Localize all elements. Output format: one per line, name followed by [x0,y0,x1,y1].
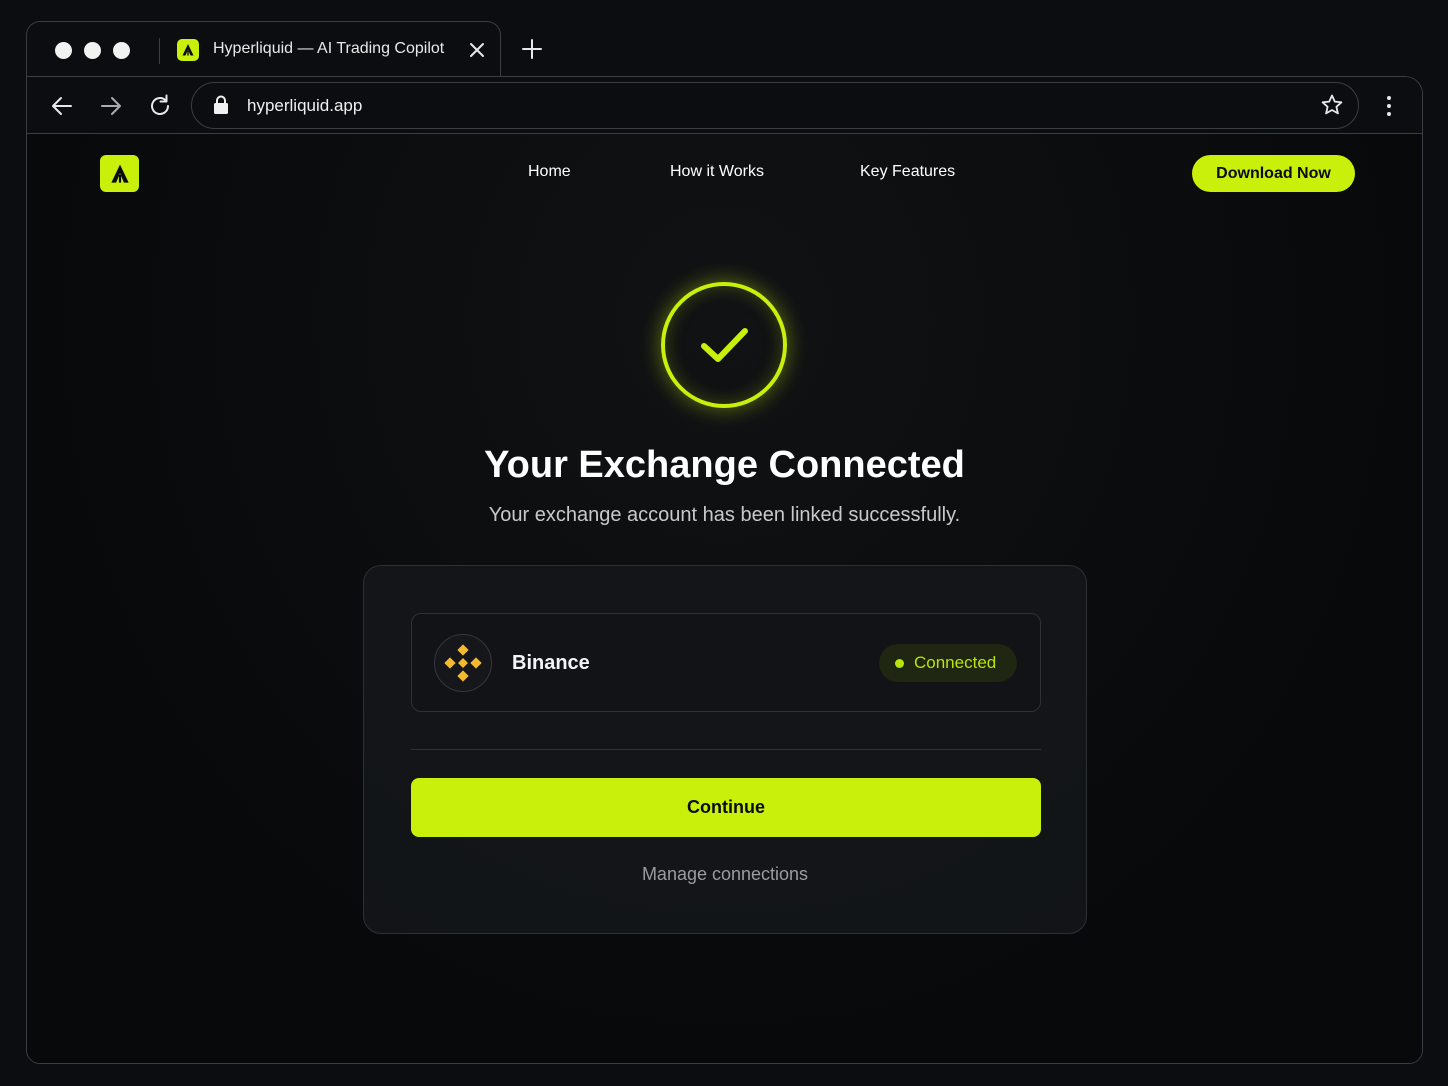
tab-strip: Hyperliquid — AI Trading Copilot [26,21,1423,77]
address-bar[interactable]: hyperliquid.app [191,82,1359,129]
page-content: Home How it Works Key Features Download … [27,134,1422,1063]
url-text: hyperliquid.app [247,96,363,115]
close-window-button[interactable] [55,42,72,59]
exchange-name: Binance [512,652,590,674]
download-now-button[interactable]: Download Now [1192,155,1355,192]
tab-title: Hyperliquid — AI Trading Copilot [213,40,445,57]
favicon-logo-icon [177,39,199,61]
star-icon[interactable] [1320,93,1344,117]
connection-card: Binance Connected Continue Manage connec… [363,565,1087,934]
forward-arrow-icon[interactable] [98,93,124,119]
back-arrow-icon[interactable] [49,93,75,119]
reload-icon[interactable] [147,93,173,119]
more-vertical-icon[interactable] [1377,93,1401,119]
success-check-badge [661,282,787,408]
page-title: Your Exchange Connected [484,444,965,486]
manage-connections-link[interactable]: Manage connections [364,864,1086,885]
close-icon[interactable] [467,40,487,60]
exchange-item[interactable]: Binance Connected [411,613,1041,712]
minimize-window-button[interactable] [84,42,101,59]
browser-tab[interactable]: Hyperliquid — AI Trading Copilot [26,21,501,77]
binance-icon [434,634,492,692]
browser-toolbar: hyperliquid.app [27,77,1422,134]
browser-window: Hyperliquid — AI Trading Copilot hyperli… [26,21,1423,1064]
checkmark-icon [701,328,748,362]
plus-icon[interactable] [520,37,544,61]
nav-key-features[interactable]: Key Features [860,163,955,181]
continue-button[interactable]: Continue [411,778,1041,837]
status-badge: Connected [879,644,1017,682]
status-dot [895,658,904,668]
divider [411,749,1041,750]
page-subtitle: Your exchange account has been linked su… [488,504,961,526]
window-controls [55,42,130,59]
nav-how-it-works[interactable]: How it Works [670,163,764,181]
nav-home[interactable]: Home [528,163,571,181]
maximize-window-button[interactable] [113,42,130,59]
tab-divider [159,38,160,64]
browser-frame: hyperliquid.app Home How it Works Key Fe… [26,76,1423,1064]
status-text: Connected [914,653,997,672]
logo-icon[interactable] [100,155,139,192]
lock-icon [212,95,230,115]
